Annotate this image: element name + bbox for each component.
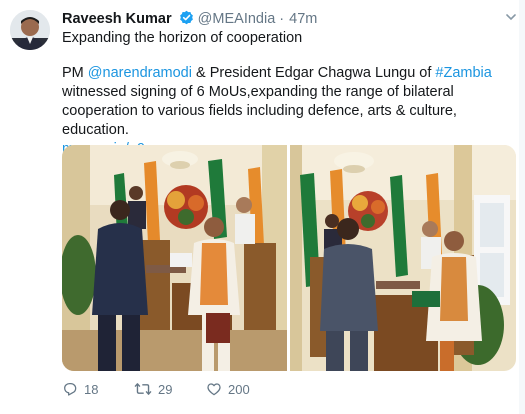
photo-1[interactable] [62,145,287,371]
photo-2[interactable] [290,145,516,371]
tweet-header: Raveesh Kumar @MEAIndia · 47m [62,10,317,30]
text-middle: & President Edgar Chagwa Lungu of [191,65,436,81]
text-prefix: PM [62,65,88,81]
tweet-headline: Expanding the horizon of cooperation [62,30,303,46]
reply-icon [62,381,78,397]
text-suffix: witnessed signing of 6 MoUs,expanding th… [62,84,457,138]
chevron-down-icon[interactable] [505,10,517,22]
like-count: 200 [228,381,250,397]
reply-button[interactable]: 18 [62,381,98,397]
heart-icon [206,381,222,397]
separator-dot: · [279,11,285,27]
retweet-icon [134,381,152,397]
tweet-card[interactable]: Raveesh Kumar @MEAIndia · 47m Expanding … [0,0,525,414]
retweet-button[interactable]: 29 [134,381,172,397]
scrollbar[interactable] [519,0,525,414]
tweet-timestamp[interactable]: 47m [289,11,317,27]
verified-badge-icon [179,10,194,29]
mention-link[interactable]: @narendramodi [88,65,192,81]
avatar-image [10,10,50,50]
avatar[interactable] [10,10,50,50]
reply-count: 18 [84,381,99,397]
retweet-count: 29 [158,381,173,397]
like-button[interactable]: 200 [206,381,250,397]
media-grid [62,145,516,371]
author-name[interactable]: Raveesh Kumar [62,11,172,27]
author-handle[interactable]: @MEAIndia [198,11,276,27]
hashtag-link[interactable]: #Zambia [435,65,491,81]
